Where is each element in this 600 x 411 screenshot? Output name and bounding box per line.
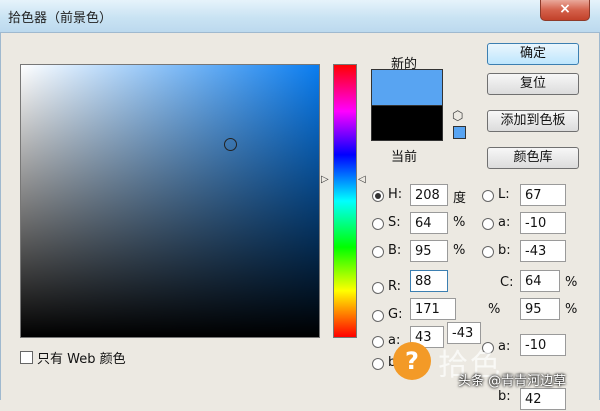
- color-field[interactable]: [20, 64, 320, 338]
- ok-button[interactable]: 确定: [487, 43, 579, 65]
- lab-a-radio[interactable]: [482, 218, 494, 230]
- hue-radio[interactable]: [372, 190, 384, 202]
- brightness-field[interactable]: 95: [410, 240, 448, 262]
- lab-b-label: b:: [498, 243, 511, 258]
- web-colors-only-label: 只有 Web 颜色: [37, 352, 126, 367]
- close-button[interactable]: ×: [540, 0, 590, 21]
- title-bar: 拾色器（前景色） ×: [0, 0, 600, 33]
- magenta-field[interactable]: 95: [520, 298, 560, 320]
- lab-a-label: a:: [498, 215, 511, 230]
- lab-b2-field[interactable]: 42: [520, 388, 566, 410]
- red-field[interactable]: 88: [410, 270, 448, 292]
- hue-label: H:: [388, 187, 403, 202]
- extra-radio[interactable]: [372, 358, 384, 370]
- green-radio[interactable]: [372, 310, 384, 322]
- cyan-field[interactable]: 64: [520, 270, 560, 292]
- hue-field[interactable]: 208: [410, 184, 448, 206]
- brightness-radio[interactable]: [372, 246, 384, 258]
- web-colors-only-checkbox[interactable]: 只有 Web 颜色: [20, 348, 126, 367]
- checkbox-box[interactable]: [20, 351, 33, 364]
- saturation-field[interactable]: 64: [410, 212, 448, 234]
- current-color-swatch[interactable]: [371, 105, 443, 141]
- color-libraries-button[interactable]: 颜色库: [487, 147, 579, 169]
- add-to-swatches-button[interactable]: 添加到色板: [487, 110, 579, 132]
- color-field-cursor[interactable]: [224, 138, 237, 151]
- watermark-text: 头条 @青青河边草: [458, 374, 567, 389]
- green-field[interactable]: 171: [410, 298, 456, 320]
- watermark-badge: ?: [393, 342, 431, 380]
- web-safe-color-swatch[interactable]: [453, 126, 466, 139]
- cyan-unit: %: [565, 275, 578, 290]
- magenta-unit: %: [565, 302, 578, 317]
- lab-a-field[interactable]: -10: [520, 212, 566, 234]
- hue-slider-left-arrow[interactable]: ▷: [321, 174, 329, 185]
- hue-unit: 度: [453, 191, 467, 206]
- brightness-label: B:: [388, 243, 402, 258]
- blue-radio[interactable]: [372, 336, 384, 348]
- saturation-radio[interactable]: [372, 218, 384, 230]
- window-title: 拾色器（前景色）: [8, 11, 113, 26]
- lab-b-radio[interactable]: [482, 246, 494, 258]
- lab-a2-field[interactable]: -10: [520, 334, 566, 356]
- lab-b2-label: b:: [498, 389, 511, 404]
- out-of-web-gamut-cube-icon[interactable]: ⬡: [452, 109, 463, 124]
- hue-slider-right-arrow[interactable]: ◁: [358, 174, 366, 185]
- green-label: G:: [388, 307, 403, 322]
- lab-l-radio[interactable]: [482, 190, 494, 202]
- lab-l-field[interactable]: 67: [520, 184, 566, 206]
- red-label: R:: [388, 279, 402, 294]
- saturation-label: S:: [388, 215, 401, 230]
- percent-label: %: [488, 302, 501, 317]
- new-color-swatch: [371, 69, 443, 106]
- cyan-label: C:: [500, 275, 514, 290]
- saturation-unit: %: [453, 215, 466, 230]
- red-radio[interactable]: [372, 282, 384, 294]
- hue-slider[interactable]: [333, 64, 357, 338]
- lab-b-field[interactable]: -43: [520, 240, 566, 262]
- lab-l-label: L:: [498, 187, 510, 202]
- brightness-unit: %: [453, 243, 466, 258]
- reset-button[interactable]: 复位: [487, 73, 579, 95]
- current-color-label: 当前: [391, 150, 418, 165]
